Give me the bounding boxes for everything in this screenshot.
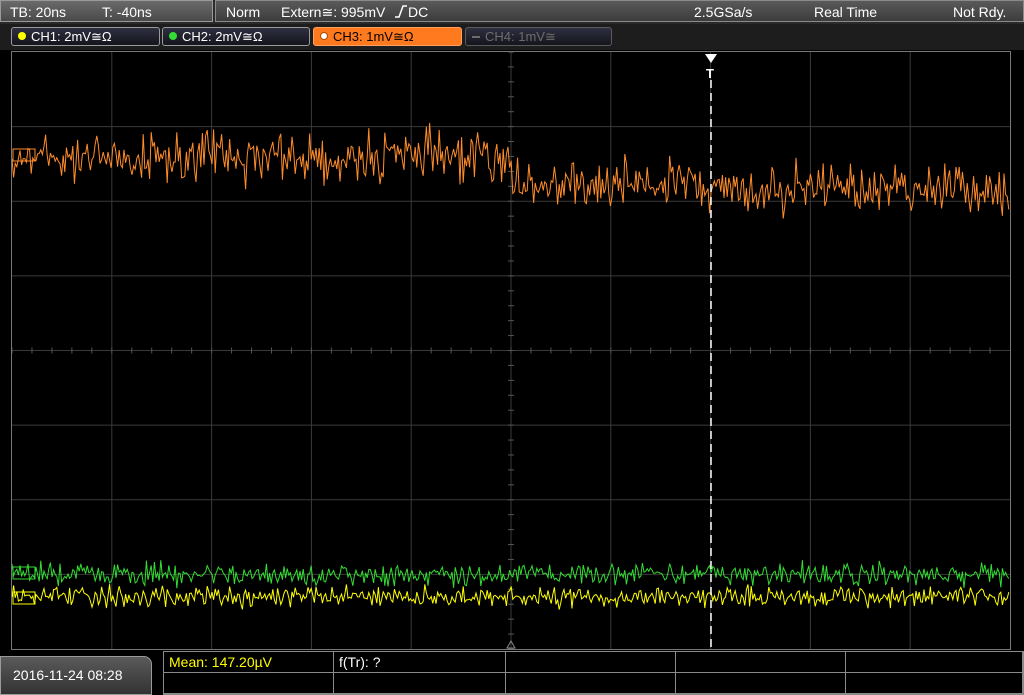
trigger-time-label: T: -40ns (102, 4, 152, 20)
measurement-7-cell[interactable] (334, 673, 506, 694)
datetime-display[interactable]: 2016-11-24 08:28 (0, 656, 152, 695)
measurement-2-label: f(Tr): ? (339, 654, 381, 670)
run-status-label: Not Rdy. (953, 4, 1007, 20)
channel-3-label: CH3: 1mV≅Ω (333, 29, 414, 44)
channel-4-label: CH4: 1mV≅ (485, 29, 556, 44)
channel-4-tab[interactable]: CH4: 1mV≅ (465, 27, 612, 46)
sample-rate-label: 2.5GSa/s (694, 4, 753, 20)
measurement-4-cell[interactable] (676, 652, 846, 673)
top-status-bar: TB: 20ns T: -40ns Norm Extern≅: 995mV DC… (0, 0, 1024, 24)
trigger-mode-label: Norm (226, 4, 261, 20)
measurement-9-cell[interactable] (676, 673, 846, 694)
channel-bar: CH1: 2mV≅Ω CH2: 2mV≅Ω CH3: 1mV≅Ω CH4: 1m… (0, 24, 1024, 50)
acquisition-mode-label: Real Time (814, 4, 878, 20)
measurement-6-cell[interactable] (164, 673, 334, 694)
rising-edge-icon (394, 5, 408, 21)
graticule (12, 52, 1010, 649)
trigger-coupling-label: DC (408, 4, 429, 20)
channel-4-indicator-icon (472, 36, 480, 38)
measurement-8-cell[interactable] (506, 673, 676, 694)
acquisition-status-box[interactable]: Norm Extern≅: 995mV DC 2.5GSa/s Real Tim… (215, 0, 1024, 22)
trigger-marker-label: T (706, 66, 714, 81)
measurement-2-cell[interactable]: f(Tr): ? (334, 652, 506, 673)
measurement-10-cell[interactable] (846, 673, 1023, 694)
channel-1-trace (12, 584, 1010, 610)
waveform-display[interactable]: T (11, 51, 1011, 650)
markers: T (12, 54, 717, 649)
measurement-table: Mean: 147.20µV f(Tr): ? (163, 651, 1024, 695)
channel-3-trace (12, 122, 1010, 219)
measurement-1-cell[interactable]: Mean: 147.20µV (164, 652, 334, 673)
channel-2-tab[interactable]: CH2: 2mV≅Ω (162, 27, 310, 46)
channel-3-ground-marker[interactable] (12, 148, 36, 162)
traces (12, 122, 1010, 610)
channel-2-indicator-icon (169, 32, 177, 40)
timebase-label: TB: 20ns (10, 4, 67, 20)
timebase-box[interactable]: TB: 20ns T: -40ns (0, 0, 213, 22)
trigger-source-label: Extern≅: 995mV (281, 4, 386, 20)
channel-1-indicator-icon (18, 32, 26, 40)
measurement-5-cell[interactable] (846, 652, 1023, 673)
channel-1-label: CH1: 2mV≅Ω (31, 29, 112, 44)
trigger-position-arrow-icon[interactable] (705, 54, 717, 63)
measurement-1-label: Mean: 147.20µV (169, 654, 273, 670)
channel-3-indicator-icon (320, 32, 328, 40)
channel-2-label: CH2: 2mV≅Ω (182, 29, 263, 44)
channel-1-tab[interactable]: CH1: 2mV≅Ω (11, 27, 160, 46)
measurement-3-cell[interactable] (506, 652, 676, 673)
channel-3-tab[interactable]: CH3: 1mV≅Ω (313, 27, 462, 46)
